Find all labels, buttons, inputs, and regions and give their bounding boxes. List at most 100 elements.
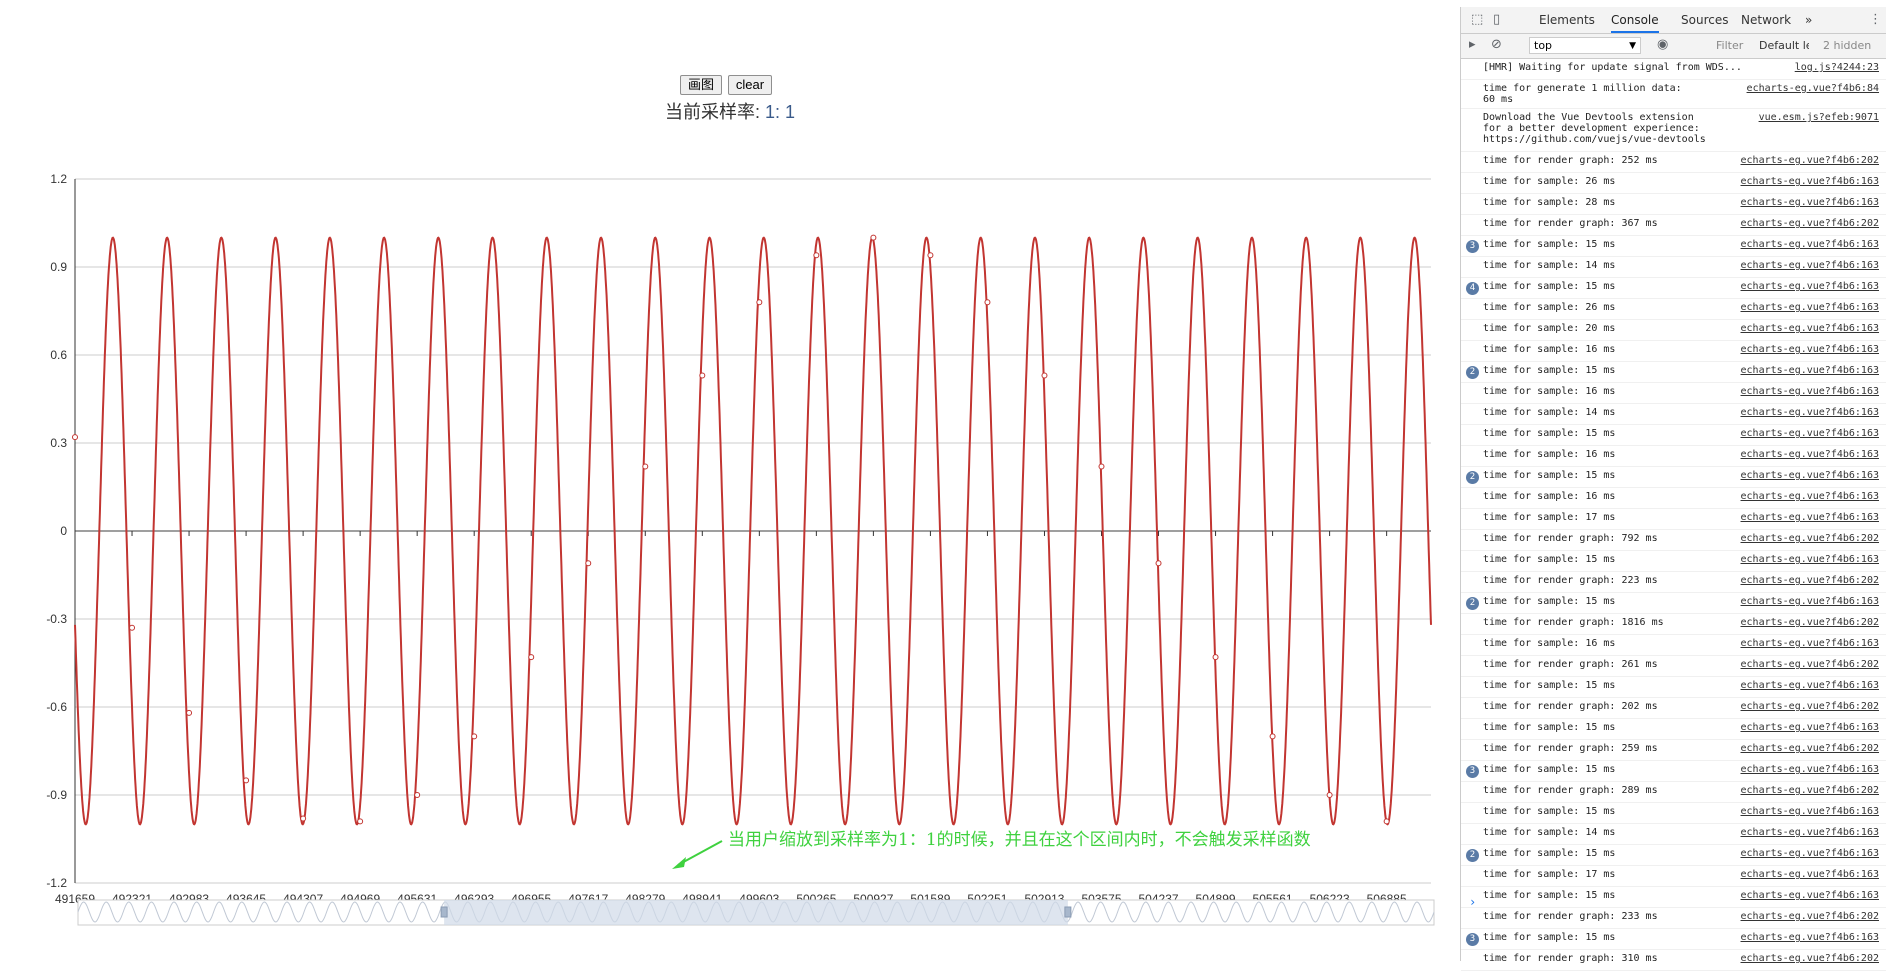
device-toolbar-icon[interactable]: ▯ xyxy=(1493,12,1500,27)
data-point[interactable] xyxy=(870,234,877,241)
data-point[interactable] xyxy=(243,777,250,784)
y-tick-label: -0.9 xyxy=(46,788,67,802)
log-levels-select[interactable]: Default levels xyxy=(1759,37,1809,54)
data-point[interactable] xyxy=(414,792,421,798)
data-point[interactable] xyxy=(129,624,136,631)
console-message: time for render graph: 233 ms echarts-eg.… xyxy=(1461,908,1886,929)
live-expression-eye-icon[interactable]: ◉ xyxy=(1657,37,1668,52)
console-source-link[interactable]: echarts-eg.vue?f4b6:163 xyxy=(1741,932,1879,943)
console-source-link[interactable]: echarts-eg.vue?f4b6:163 xyxy=(1741,197,1879,208)
console-message: 3 time for sample: 15 ms echarts-eg.vue?f4… xyxy=(1461,761,1886,782)
console-source-link[interactable]: echarts-eg.vue?f4b6:202 xyxy=(1741,617,1879,628)
console-source-link[interactable]: echarts-eg.vue?f4b6:163 xyxy=(1741,470,1879,481)
console-source-link[interactable]: echarts-eg.vue?f4b6:202 xyxy=(1741,218,1879,229)
data-point[interactable] xyxy=(72,434,78,441)
line-chart[interactable]: 1.20.90.60.30-0.3-0.6-0.9-1.2491659 49232… xyxy=(0,7,1460,961)
console-source-link[interactable]: echarts-eg.vue?f4b6:163 xyxy=(1741,680,1879,691)
console-source-link[interactable]: echarts-eg.vue?f4b6:163 xyxy=(1741,386,1879,397)
annotation-text: 当用户缩放到采样率为1：1的时候，并且在这个区间内时，不会触发采样函数 xyxy=(728,830,1311,850)
data-point[interactable] xyxy=(1041,372,1048,379)
console-source-link[interactable]: echarts-eg.vue?f4b6:163 xyxy=(1741,428,1879,439)
data-point[interactable] xyxy=(642,463,649,470)
filter-input[interactable]: Filter xyxy=(1716,37,1752,54)
console-source-link[interactable]: echarts-eg.vue?f4b6:163 xyxy=(1741,449,1879,460)
console-source-link[interactable]: echarts-eg.vue?f4b6:202 xyxy=(1741,785,1879,796)
console-message-text: time for sample: 15 ms xyxy=(1483,365,1616,376)
console-message: time for sample: 15 ms echarts-eg.vue?f4b… xyxy=(1461,719,1886,740)
console-message: 3 time for sample: 15 ms echarts-eg.vue?f4… xyxy=(1461,929,1886,950)
tab-sources[interactable]: Sources xyxy=(1681,7,1728,33)
console-message-text: time for render graph: 259 ms xyxy=(1483,743,1658,754)
data-point[interactable] xyxy=(357,818,364,825)
data-point[interactable] xyxy=(1269,733,1276,740)
console-source-link[interactable]: echarts-eg.vue?f4b6:163 xyxy=(1741,176,1879,187)
console-source-link[interactable]: echarts-eg.vue?f4b6:163 xyxy=(1741,344,1879,355)
console-source-link[interactable]: echarts-eg.vue?f4b6:163 xyxy=(1741,302,1879,313)
console-source-link[interactable]: echarts-eg.vue?f4b6:84 xyxy=(1747,83,1879,94)
datazoom-start-handle[interactable] xyxy=(440,906,448,918)
data-point[interactable] xyxy=(1098,463,1105,470)
data-point[interactable] xyxy=(471,733,478,740)
console-source-link[interactable]: vue.esm.js?efeb:9071 xyxy=(1759,112,1879,123)
data-point[interactable] xyxy=(300,815,307,822)
console-source-link[interactable]: echarts-eg.vue?f4b6:163 xyxy=(1741,869,1879,880)
console-source-link[interactable]: echarts-eg.vue?f4b6:163 xyxy=(1741,260,1879,271)
console-source-link[interactable]: echarts-eg.vue?f4b6:163 xyxy=(1741,554,1879,565)
sidebar-toggle-icon[interactable]: ▸ xyxy=(1469,37,1476,52)
console-source-link[interactable]: echarts-eg.vue?f4b6:163 xyxy=(1741,407,1879,418)
datazoom-end-handle[interactable] xyxy=(1064,906,1072,918)
console-source-link[interactable]: echarts-eg.vue?f4b6:163 xyxy=(1741,512,1879,523)
console-source-link[interactable]: echarts-eg.vue?f4b6:163 xyxy=(1741,239,1879,250)
console-source-link[interactable]: echarts-eg.vue?f4b6:163 xyxy=(1741,491,1879,502)
console-source-link[interactable]: echarts-eg.vue?f4b6:202 xyxy=(1741,743,1879,754)
console-source-link[interactable]: log.js?4244:23 xyxy=(1795,62,1879,73)
data-point[interactable] xyxy=(1212,654,1219,661)
console-message: 2 time for sample: 15 ms echarts-eg.vue?f4… xyxy=(1461,362,1886,383)
console-source-link[interactable]: echarts-eg.vue?f4b6:163 xyxy=(1741,764,1879,775)
console-message: time for sample: 17 ms echarts-eg.vue?f4b… xyxy=(1461,509,1886,530)
console-source-link[interactable]: echarts-eg.vue?f4b6:163 xyxy=(1741,806,1879,817)
console-source-link[interactable]: echarts-eg.vue?f4b6:163 xyxy=(1741,848,1879,859)
console-messages: [HMR] Waiting for update signal from WDS… xyxy=(1461,59,1886,971)
data-point[interactable] xyxy=(813,252,820,259)
console-source-link[interactable]: echarts-eg.vue?f4b6:202 xyxy=(1741,659,1879,670)
tab-elements[interactable]: Elements xyxy=(1539,7,1595,33)
console-source-link[interactable]: echarts-eg.vue?f4b6:163 xyxy=(1741,722,1879,733)
data-point[interactable] xyxy=(585,560,592,567)
console-message-text: time for generate 1 million data: 60 ms xyxy=(1483,83,1682,105)
data-point[interactable] xyxy=(528,654,535,661)
tab-console[interactable]: Console xyxy=(1611,7,1659,33)
data-point[interactable] xyxy=(1326,792,1333,798)
console-source-link[interactable]: echarts-eg.vue?f4b6:202 xyxy=(1741,533,1879,544)
kebab-menu-icon[interactable]: ⋮ xyxy=(1869,12,1882,27)
clear-console-icon[interactable]: ⊘ xyxy=(1491,37,1502,52)
console-source-link[interactable]: echarts-eg.vue?f4b6:163 xyxy=(1741,281,1879,292)
data-point[interactable] xyxy=(756,299,763,306)
data-point[interactable] xyxy=(1155,560,1162,567)
console-message-text: time for render graph: 233 ms xyxy=(1483,911,1658,922)
console-source-link[interactable]: echarts-eg.vue?f4b6:202 xyxy=(1741,575,1879,586)
console-source-link[interactable]: echarts-eg.vue?f4b6:202 xyxy=(1741,953,1879,964)
tab-network[interactable]: Network xyxy=(1741,7,1791,33)
data-point[interactable] xyxy=(699,372,706,379)
more-tabs-icon[interactable]: » xyxy=(1805,7,1812,33)
console-source-link[interactable]: echarts-eg.vue?f4b6:163 xyxy=(1741,638,1879,649)
context-select[interactable]: top ▼ xyxy=(1529,37,1641,54)
console-message-text: time for sample: 14 ms xyxy=(1483,260,1616,271)
data-point[interactable] xyxy=(927,252,934,259)
data-point[interactable] xyxy=(1383,818,1390,825)
inspect-icon[interactable]: ⬚ xyxy=(1471,12,1483,27)
console-source-link[interactable]: echarts-eg.vue?f4b6:163 xyxy=(1741,827,1879,838)
console-source-link[interactable]: echarts-eg.vue?f4b6:163 xyxy=(1741,890,1879,901)
datazoom-window[interactable] xyxy=(444,900,1068,925)
y-tick-label: 1.2 xyxy=(50,172,67,186)
console-source-link[interactable]: echarts-eg.vue?f4b6:202 xyxy=(1741,155,1879,166)
console-source-link[interactable]: echarts-eg.vue?f4b6:163 xyxy=(1741,323,1879,334)
console-prompt[interactable]: › xyxy=(1469,895,1476,909)
console-source-link[interactable]: echarts-eg.vue?f4b6:163 xyxy=(1741,596,1879,607)
data-point[interactable] xyxy=(984,299,991,306)
console-source-link[interactable]: echarts-eg.vue?f4b6:202 xyxy=(1741,911,1879,922)
data-point[interactable] xyxy=(186,709,193,716)
console-source-link[interactable]: echarts-eg.vue?f4b6:163 xyxy=(1741,365,1879,376)
console-source-link[interactable]: echarts-eg.vue?f4b6:202 xyxy=(1741,701,1879,712)
